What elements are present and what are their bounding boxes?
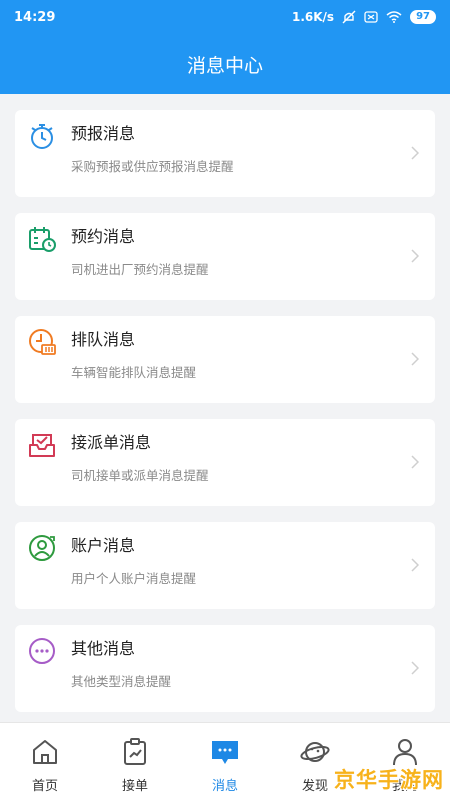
stopwatch-icon	[31, 124, 53, 149]
chevron-right-icon	[411, 146, 419, 160]
queue-clock-icon	[29, 329, 56, 355]
order-icon	[124, 738, 146, 765]
page-header: 消息中心	[0, 34, 450, 94]
wifi-icon	[386, 11, 402, 23]
site-watermark: 京华手游网	[334, 768, 444, 792]
message-list: 预报消息 采购预报或供应预报消息提醒 预约消息 司机进出厂预约消息提醒 排队消息…	[15, 110, 435, 728]
tab-messages[interactable]: 消息	[180, 723, 270, 800]
more-dots-icon	[29, 638, 55, 664]
tab-label: 首页	[31, 779, 58, 794]
message-item-title: 账户消息	[71, 536, 136, 555]
planet-icon	[300, 742, 330, 762]
status-indicators: 1.6K/s 97	[292, 10, 436, 24]
message-item-subtitle: 采购预报或供应预报消息提醒	[71, 159, 234, 174]
message-item-title: 其他消息	[71, 639, 136, 658]
network-speed: 1.6K/s	[291, 10, 335, 24]
message-item-other[interactable]: 其他消息 其他类型消息提醒	[15, 625, 435, 712]
message-item-dispatch[interactable]: 接派单消息 司机接单或派单消息提醒	[15, 419, 435, 506]
message-item-subtitle: 司机进出厂预约消息提醒	[71, 262, 209, 277]
message-icon	[212, 741, 238, 764]
account-icon	[29, 535, 55, 561]
sim-icon	[364, 11, 378, 23]
tab-label: 接单	[121, 779, 148, 794]
tab-label: 消息	[211, 779, 238, 794]
message-item-title: 预约消息	[71, 227, 136, 246]
page-title: 消息中心	[186, 54, 263, 77]
chevron-right-icon	[411, 455, 419, 469]
tab-orders[interactable]: 接单	[90, 723, 180, 800]
chevron-right-icon	[411, 661, 419, 675]
battery-indicator: 97	[410, 10, 436, 24]
calendar-clock-icon	[29, 227, 56, 252]
message-item-subtitle: 用户个人账户消息提醒	[71, 571, 197, 586]
message-item-account[interactable]: 账户消息 用户个人账户消息提醒	[15, 522, 435, 609]
chevron-right-icon	[411, 249, 419, 263]
chevron-right-icon	[411, 558, 419, 572]
user-icon	[393, 739, 417, 766]
tab-label: 发现	[301, 779, 328, 794]
message-item-subtitle: 车辆智能排队消息提醒	[71, 365, 197, 380]
message-item-subtitle: 司机接单或派单消息提醒	[71, 468, 209, 483]
tab-home[interactable]: 首页	[0, 723, 90, 800]
message-item-appointment[interactable]: 预约消息 司机进出厂预约消息提醒	[15, 213, 435, 300]
status-time: 14:29	[14, 9, 56, 25]
mute-icon	[342, 10, 356, 24]
message-item-subtitle: 其他类型消息提醒	[71, 674, 172, 689]
message-item-title: 预报消息	[71, 124, 136, 143]
message-item-title: 排队消息	[71, 330, 136, 349]
message-item-forecast[interactable]: 预报消息 采购预报或供应预报消息提醒	[15, 110, 435, 197]
home-icon	[33, 740, 57, 764]
chevron-right-icon	[411, 352, 419, 366]
message-item-queue[interactable]: 排队消息 车辆智能排队消息提醒	[15, 316, 435, 403]
status-bar: 14:29 1.6K/s 97	[0, 0, 450, 34]
message-item-title: 接派单消息	[71, 433, 152, 452]
inbox-check-icon	[29, 434, 55, 457]
